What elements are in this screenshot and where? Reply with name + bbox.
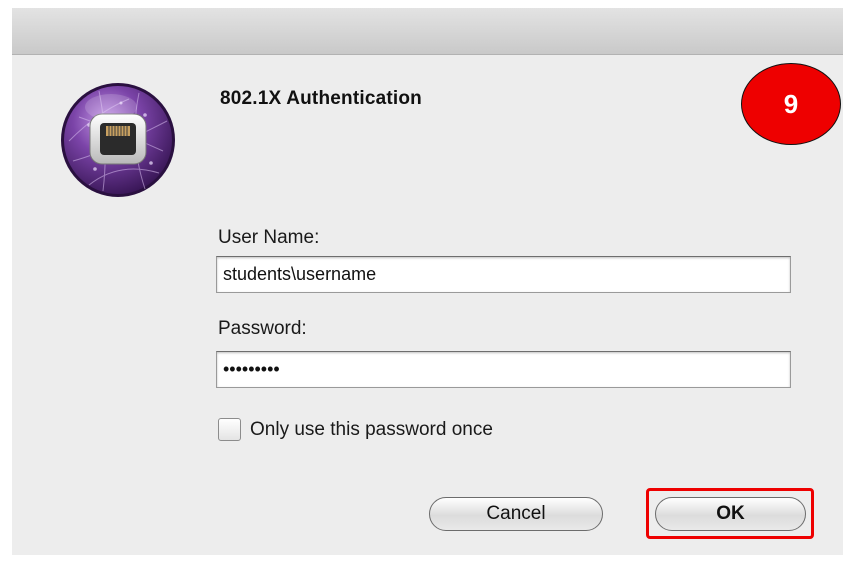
password-input[interactable]	[216, 351, 791, 388]
password-once-label: Only use this password once	[250, 418, 493, 440]
password-once-option[interactable]: Only use this password once	[218, 418, 493, 441]
username-label: User Name:	[218, 227, 320, 248]
title-bar[interactable]	[12, 8, 843, 55]
cancel-button[interactable]: Cancel	[429, 497, 603, 531]
password-label: Password:	[218, 318, 307, 339]
password-once-checkbox[interactable]	[218, 418, 241, 441]
network-ethernet-icon	[59, 81, 177, 199]
ok-highlight-box	[646, 488, 814, 539]
username-input[interactable]	[216, 256, 791, 293]
step-badge: 9	[741, 63, 841, 145]
auth-dialog: 802.1X Authentication User Name: Passwor…	[12, 8, 843, 555]
dialog-title: 802.1X Authentication	[220, 88, 422, 109]
